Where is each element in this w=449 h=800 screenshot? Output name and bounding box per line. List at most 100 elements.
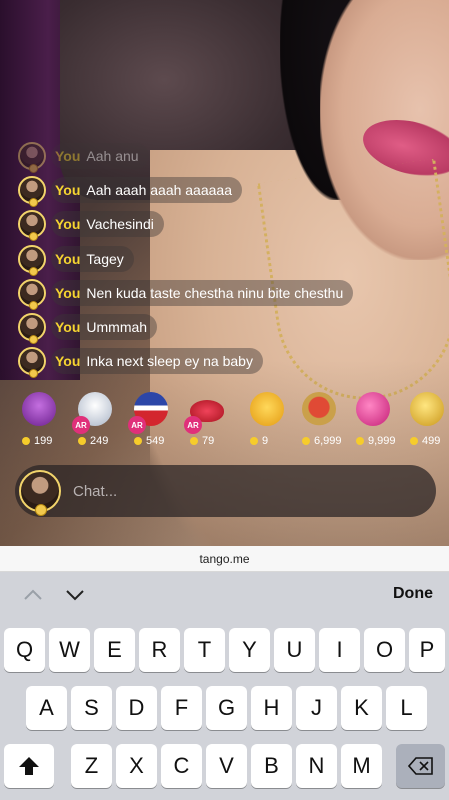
user-avatar[interactable] — [18, 278, 46, 310]
user-avatar[interactable] — [18, 347, 46, 379]
laurel-medal-gift-icon — [302, 392, 336, 426]
key-i[interactable]: I — [319, 628, 360, 672]
message-author: You — [55, 284, 81, 301]
coin-icon — [410, 437, 418, 445]
gift-item[interactable]: 9,999 — [348, 390, 398, 450]
chat-bubble: You Aah anu — [51, 143, 149, 170]
key-a[interactable]: A — [26, 686, 67, 730]
gift-price: 9,999 — [356, 435, 396, 447]
message-text: Ummmah — [86, 319, 148, 336]
gift-item[interactable]: 499 — [402, 390, 449, 450]
key-n[interactable]: N — [296, 744, 337, 788]
chat-message: You Nen kuda taste chestha ninu bite che… — [18, 276, 438, 310]
chat-bubble: You Inka next sleep ey na baby — [51, 348, 263, 375]
hearts-gift-icon — [356, 392, 390, 426]
key-t[interactable]: T — [184, 628, 225, 672]
key-u[interactable]: U — [274, 628, 315, 672]
key-h[interactable]: H — [251, 686, 292, 730]
message-author: You — [55, 182, 81, 199]
key-b[interactable]: B — [251, 744, 292, 788]
chat-bubble: You Ummmah — [51, 314, 158, 341]
coin-icon — [302, 437, 310, 445]
message-text: Nen kuda taste chestha ninu bite chesthu — [86, 284, 344, 301]
chat-bubble: You Tagey — [51, 245, 134, 272]
gift-price: 549 — [134, 435, 164, 447]
gift-item[interactable]: 9 — [242, 390, 292, 450]
user-avatar[interactable] — [18, 244, 46, 276]
user-avatar[interactable] — [18, 313, 46, 345]
ar-badge: AR — [72, 416, 90, 434]
chat-message: You Ummmah — [18, 310, 438, 345]
key-p[interactable]: P — [409, 628, 445, 672]
key-m[interactable]: M — [341, 744, 382, 788]
browser-url-bar[interactable]: tango.me — [0, 546, 449, 572]
gift-price: 6,999 — [302, 435, 342, 447]
message-author: You — [55, 148, 81, 165]
chevron-down-icon[interactable] — [64, 584, 86, 606]
coin-icon — [78, 437, 86, 445]
user-avatar[interactable] — [18, 176, 46, 208]
my-avatar[interactable] — [19, 470, 61, 516]
video-bottom-shade — [0, 360, 449, 546]
chat-input[interactable] — [73, 471, 436, 511]
coin-icon — [356, 437, 364, 445]
url-text: tango.me — [199, 551, 250, 566]
key-o[interactable]: O — [364, 628, 405, 672]
key-c[interactable]: C — [161, 744, 202, 788]
key-w[interactable]: W — [49, 628, 90, 672]
key-s[interactable]: S — [71, 686, 112, 730]
gift-price: 249 — [78, 435, 108, 447]
chat-bubble: You Aah aaah aaah aaaaaa — [51, 177, 242, 204]
key-g[interactable]: G — [206, 686, 247, 730]
key-x[interactable]: X — [116, 744, 157, 788]
chat-message: You Vachesindi — [18, 207, 438, 242]
onscreen-keyboard: Q W E R T Y U I O P A S D F G H J K L Z … — [0, 618, 449, 800]
message-text: Tagey — [86, 250, 124, 267]
user-avatar[interactable] — [18, 210, 46, 242]
gift-bar: 199 AR 249 AR 549 AR 79 9 6,999 9,999 49… — [14, 390, 449, 450]
chat-bubble: You Vachesindi — [51, 211, 164, 238]
user-avatar[interactable] — [18, 142, 46, 174]
coin-icon — [134, 437, 142, 445]
gift-item[interactable]: AR 549 — [126, 390, 176, 450]
key-q[interactable]: Q — [4, 628, 45, 672]
message-author: You — [55, 353, 81, 370]
message-author: You — [55, 216, 81, 233]
backspace-key[interactable] — [396, 744, 445, 788]
chat-message: You Tagey — [18, 242, 438, 276]
key-e[interactable]: E — [94, 628, 135, 672]
chevron-up-icon[interactable] — [22, 584, 44, 606]
gift-item[interactable]: AR 79 — [182, 390, 232, 450]
chat-bubble: You Nen kuda taste chestha ninu bite che… — [51, 279, 354, 306]
gift-item[interactable]: 6,999 — [294, 390, 344, 450]
chat-message: You Aah anu — [18, 139, 438, 174]
key-v[interactable]: V — [206, 744, 247, 788]
shift-arrow-icon — [19, 757, 39, 775]
done-button[interactable]: Done — [393, 585, 433, 603]
keyboard-accessory-bar: Done — [0, 572, 449, 618]
message-author: You — [55, 250, 81, 267]
key-r[interactable]: R — [139, 628, 180, 672]
message-text: Aah anu — [86, 148, 139, 165]
gift-price: 199 — [22, 435, 52, 447]
gift-item[interactable]: 199 — [14, 390, 64, 450]
chat-message: You Aah aaah aaah aaaaaa — [18, 173, 438, 208]
key-k[interactable]: K — [341, 686, 382, 730]
gift-price: 499 — [410, 435, 440, 447]
key-l[interactable]: L — [386, 686, 427, 730]
key-y[interactable]: Y — [229, 628, 270, 672]
ar-badge: AR — [128, 416, 146, 434]
message-text: Vachesindi — [86, 216, 154, 233]
message-text: Inka next sleep ey na baby — [86, 353, 253, 370]
gift-item[interactable]: AR 249 — [70, 390, 120, 450]
trophy-gift-icon — [22, 392, 56, 426]
key-d[interactable]: D — [116, 686, 157, 730]
key-j[interactable]: J — [296, 686, 337, 730]
key-f[interactable]: F — [161, 686, 202, 730]
gold-crown-coin-gift-icon — [410, 392, 444, 426]
message-author: You — [55, 319, 81, 336]
shift-key[interactable] — [4, 744, 54, 788]
coin-icon — [250, 437, 258, 445]
gift-price: 9 — [250, 435, 268, 447]
key-z[interactable]: Z — [71, 744, 112, 788]
